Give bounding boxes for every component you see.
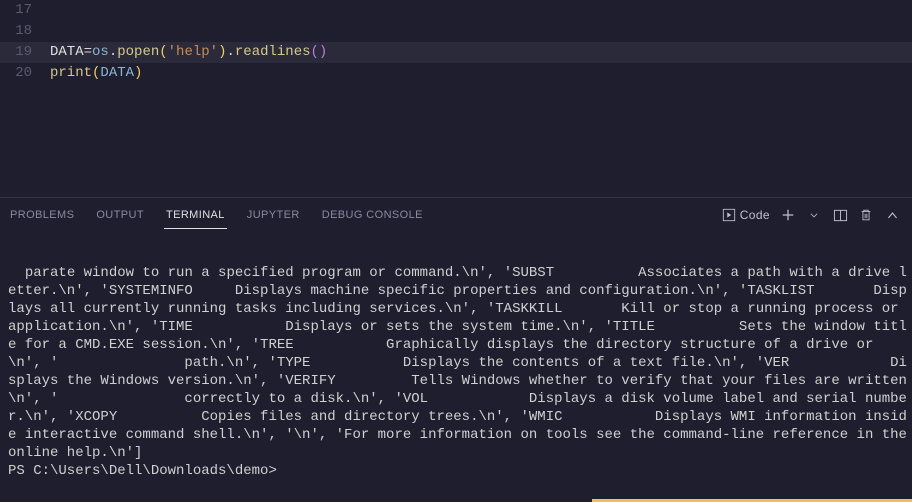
launch-profile[interactable]: Code	[722, 208, 770, 222]
terminal-output: parate window to run a specified program…	[8, 265, 912, 461]
code-content: print(DATA)	[50, 63, 912, 84]
code-content: DATA=os.popen('help').readlines()	[50, 42, 912, 63]
maximize-panel-icon[interactable]	[884, 207, 900, 223]
tab-output[interactable]: OUTPUT	[94, 201, 146, 229]
panel-actions: Code	[722, 207, 900, 223]
code-line[interactable]: 19DATA=os.popen('help').readlines()	[0, 42, 912, 63]
code-line[interactable]: 18	[0, 21, 912, 42]
tab-debug-console[interactable]: DEBUG CONSOLE	[320, 201, 425, 229]
code-content	[50, 21, 912, 42]
split-terminal-icon[interactable]	[832, 207, 848, 223]
terminal-prompt: PS C:\Users\Dell\Downloads\demo>	[8, 463, 277, 479]
code-content	[50, 0, 912, 21]
trash-icon[interactable]	[858, 207, 874, 223]
terminal-dropdown-icon[interactable]	[806, 207, 822, 223]
code-line[interactable]: 20print(DATA)	[0, 63, 912, 84]
tab-jupyter[interactable]: JUPYTER	[245, 201, 302, 229]
line-number: 17	[0, 0, 50, 21]
line-number: 20	[0, 63, 50, 84]
tab-terminal[interactable]: TERMINAL	[164, 201, 227, 229]
code-line[interactable]: 17	[0, 0, 912, 21]
line-number: 19	[0, 42, 50, 63]
line-number: 18	[0, 21, 50, 42]
panel-bar: PROBLEMS OUTPUT TERMINAL JUPYTER DEBUG CONSO…	[0, 197, 912, 232]
code-editor[interactable]: 171819DATA=os.popen('help').readlines()2…	[0, 0, 912, 197]
tab-problems[interactable]: PROBLEMS	[8, 201, 76, 229]
panel-tabs: PROBLEMS OUTPUT TERMINAL JUPYTER DEBUG CONSO…	[6, 201, 722, 229]
launch-profile-label: Code	[740, 208, 770, 222]
new-terminal-icon[interactable]	[780, 207, 796, 223]
terminal-view[interactable]: parate window to run a specified program…	[0, 232, 912, 502]
